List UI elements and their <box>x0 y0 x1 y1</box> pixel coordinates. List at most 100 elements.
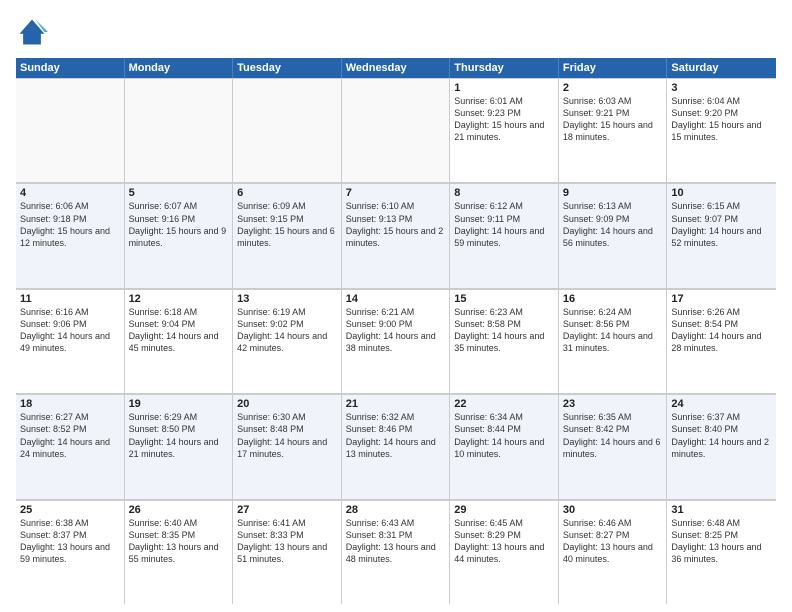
day-details: Sunrise: 6:40 AM Sunset: 8:35 PM Dayligh… <box>129 517 229 566</box>
day-number: 16 <box>563 293 663 305</box>
day-number: 15 <box>454 293 554 305</box>
day-cell-28: 28Sunrise: 6:43 AM Sunset: 8:31 PM Dayli… <box>342 500 451 604</box>
header-day-sunday: Sunday <box>16 58 125 78</box>
day-cell-5: 5Sunrise: 6:07 AM Sunset: 9:16 PM Daylig… <box>125 183 234 287</box>
day-number: 31 <box>671 504 772 516</box>
day-number: 5 <box>129 187 229 199</box>
day-details: Sunrise: 6:35 AM Sunset: 8:42 PM Dayligh… <box>563 411 663 460</box>
day-number: 7 <box>346 187 446 199</box>
day-number: 10 <box>671 187 772 199</box>
day-number: 18 <box>20 398 120 410</box>
day-cell-1: 1Sunrise: 6:01 AM Sunset: 9:23 PM Daylig… <box>450 78 559 182</box>
day-details: Sunrise: 6:46 AM Sunset: 8:27 PM Dayligh… <box>563 517 663 566</box>
day-number: 24 <box>671 398 772 410</box>
header-day-friday: Friday <box>559 58 668 78</box>
day-cell-24: 24Sunrise: 6:37 AM Sunset: 8:40 PM Dayli… <box>667 394 776 498</box>
day-details: Sunrise: 6:10 AM Sunset: 9:13 PM Dayligh… <box>346 200 446 249</box>
day-number: 2 <box>563 82 663 94</box>
day-number: 22 <box>454 398 554 410</box>
day-details: Sunrise: 6:41 AM Sunset: 8:33 PM Dayligh… <box>237 517 337 566</box>
header-day-saturday: Saturday <box>667 58 776 78</box>
day-number: 17 <box>671 293 772 305</box>
empty-cell <box>233 78 342 182</box>
day-number: 11 <box>20 293 120 305</box>
day-cell-12: 12Sunrise: 6:18 AM Sunset: 9:04 PM Dayli… <box>125 289 234 393</box>
day-number: 6 <box>237 187 337 199</box>
day-cell-27: 27Sunrise: 6:41 AM Sunset: 8:33 PM Dayli… <box>233 500 342 604</box>
day-number: 21 <box>346 398 446 410</box>
day-cell-22: 22Sunrise: 6:34 AM Sunset: 8:44 PM Dayli… <box>450 394 559 498</box>
day-details: Sunrise: 6:06 AM Sunset: 9:18 PM Dayligh… <box>20 200 120 249</box>
day-number: 13 <box>237 293 337 305</box>
logo-icon <box>16 16 48 48</box>
day-number: 29 <box>454 504 554 516</box>
calendar-row-2: 11Sunrise: 6:16 AM Sunset: 9:06 PM Dayli… <box>16 289 776 394</box>
day-details: Sunrise: 6:09 AM Sunset: 9:15 PM Dayligh… <box>237 200 337 249</box>
calendar: SundayMondayTuesdayWednesdayThursdayFrid… <box>16 58 776 604</box>
day-number: 27 <box>237 504 337 516</box>
header <box>16 16 776 48</box>
calendar-header: SundayMondayTuesdayWednesdayThursdayFrid… <box>16 58 776 78</box>
day-details: Sunrise: 6:12 AM Sunset: 9:11 PM Dayligh… <box>454 200 554 249</box>
day-cell-15: 15Sunrise: 6:23 AM Sunset: 8:58 PM Dayli… <box>450 289 559 393</box>
day-number: 20 <box>237 398 337 410</box>
day-number: 14 <box>346 293 446 305</box>
day-cell-26: 26Sunrise: 6:40 AM Sunset: 8:35 PM Dayli… <box>125 500 234 604</box>
day-cell-30: 30Sunrise: 6:46 AM Sunset: 8:27 PM Dayli… <box>559 500 668 604</box>
day-cell-3: 3Sunrise: 6:04 AM Sunset: 9:20 PM Daylig… <box>667 78 776 182</box>
day-details: Sunrise: 6:27 AM Sunset: 8:52 PM Dayligh… <box>20 411 120 460</box>
day-number: 23 <box>563 398 663 410</box>
day-number: 12 <box>129 293 229 305</box>
day-number: 3 <box>671 82 772 94</box>
day-details: Sunrise: 6:03 AM Sunset: 9:21 PM Dayligh… <box>563 95 663 144</box>
day-number: 19 <box>129 398 229 410</box>
day-details: Sunrise: 6:19 AM Sunset: 9:02 PM Dayligh… <box>237 306 337 355</box>
day-number: 26 <box>129 504 229 516</box>
day-number: 30 <box>563 504 663 516</box>
calendar-row-4: 25Sunrise: 6:38 AM Sunset: 8:37 PM Dayli… <box>16 500 776 604</box>
day-cell-4: 4Sunrise: 6:06 AM Sunset: 9:18 PM Daylig… <box>16 183 125 287</box>
day-number: 1 <box>454 82 554 94</box>
day-cell-13: 13Sunrise: 6:19 AM Sunset: 9:02 PM Dayli… <box>233 289 342 393</box>
day-cell-18: 18Sunrise: 6:27 AM Sunset: 8:52 PM Dayli… <box>16 394 125 498</box>
day-cell-31: 31Sunrise: 6:48 AM Sunset: 8:25 PM Dayli… <box>667 500 776 604</box>
day-cell-23: 23Sunrise: 6:35 AM Sunset: 8:42 PM Dayli… <box>559 394 668 498</box>
day-details: Sunrise: 6:24 AM Sunset: 8:56 PM Dayligh… <box>563 306 663 355</box>
day-details: Sunrise: 6:30 AM Sunset: 8:48 PM Dayligh… <box>237 411 337 460</box>
day-number: 4 <box>20 187 120 199</box>
day-cell-7: 7Sunrise: 6:10 AM Sunset: 9:13 PM Daylig… <box>342 183 451 287</box>
day-details: Sunrise: 6:15 AM Sunset: 9:07 PM Dayligh… <box>671 200 772 249</box>
day-cell-19: 19Sunrise: 6:29 AM Sunset: 8:50 PM Dayli… <box>125 394 234 498</box>
day-cell-6: 6Sunrise: 6:09 AM Sunset: 9:15 PM Daylig… <box>233 183 342 287</box>
calendar-body: 1Sunrise: 6:01 AM Sunset: 9:23 PM Daylig… <box>16 78 776 604</box>
day-details: Sunrise: 6:29 AM Sunset: 8:50 PM Dayligh… <box>129 411 229 460</box>
header-day-wednesday: Wednesday <box>342 58 451 78</box>
empty-cell <box>342 78 451 182</box>
logo <box>16 16 52 48</box>
day-details: Sunrise: 6:34 AM Sunset: 8:44 PM Dayligh… <box>454 411 554 460</box>
day-details: Sunrise: 6:38 AM Sunset: 8:37 PM Dayligh… <box>20 517 120 566</box>
day-details: Sunrise: 6:13 AM Sunset: 9:09 PM Dayligh… <box>563 200 663 249</box>
day-cell-8: 8Sunrise: 6:12 AM Sunset: 9:11 PM Daylig… <box>450 183 559 287</box>
day-details: Sunrise: 6:32 AM Sunset: 8:46 PM Dayligh… <box>346 411 446 460</box>
header-day-thursday: Thursday <box>450 58 559 78</box>
day-cell-25: 25Sunrise: 6:38 AM Sunset: 8:37 PM Dayli… <box>16 500 125 604</box>
day-details: Sunrise: 6:23 AM Sunset: 8:58 PM Dayligh… <box>454 306 554 355</box>
day-number: 9 <box>563 187 663 199</box>
day-cell-2: 2Sunrise: 6:03 AM Sunset: 9:21 PM Daylig… <box>559 78 668 182</box>
day-cell-11: 11Sunrise: 6:16 AM Sunset: 9:06 PM Dayli… <box>16 289 125 393</box>
day-details: Sunrise: 6:04 AM Sunset: 9:20 PM Dayligh… <box>671 95 772 144</box>
day-number: 8 <box>454 187 554 199</box>
day-cell-20: 20Sunrise: 6:30 AM Sunset: 8:48 PM Dayli… <box>233 394 342 498</box>
day-cell-10: 10Sunrise: 6:15 AM Sunset: 9:07 PM Dayli… <box>667 183 776 287</box>
day-details: Sunrise: 6:01 AM Sunset: 9:23 PM Dayligh… <box>454 95 554 144</box>
day-cell-9: 9Sunrise: 6:13 AM Sunset: 9:09 PM Daylig… <box>559 183 668 287</box>
day-details: Sunrise: 6:21 AM Sunset: 9:00 PM Dayligh… <box>346 306 446 355</box>
day-details: Sunrise: 6:43 AM Sunset: 8:31 PM Dayligh… <box>346 517 446 566</box>
day-details: Sunrise: 6:45 AM Sunset: 8:29 PM Dayligh… <box>454 517 554 566</box>
day-cell-29: 29Sunrise: 6:45 AM Sunset: 8:29 PM Dayli… <box>450 500 559 604</box>
day-details: Sunrise: 6:37 AM Sunset: 8:40 PM Dayligh… <box>671 411 772 460</box>
day-cell-14: 14Sunrise: 6:21 AM Sunset: 9:00 PM Dayli… <box>342 289 451 393</box>
day-details: Sunrise: 6:16 AM Sunset: 9:06 PM Dayligh… <box>20 306 120 355</box>
calendar-row-3: 18Sunrise: 6:27 AM Sunset: 8:52 PM Dayli… <box>16 394 776 499</box>
